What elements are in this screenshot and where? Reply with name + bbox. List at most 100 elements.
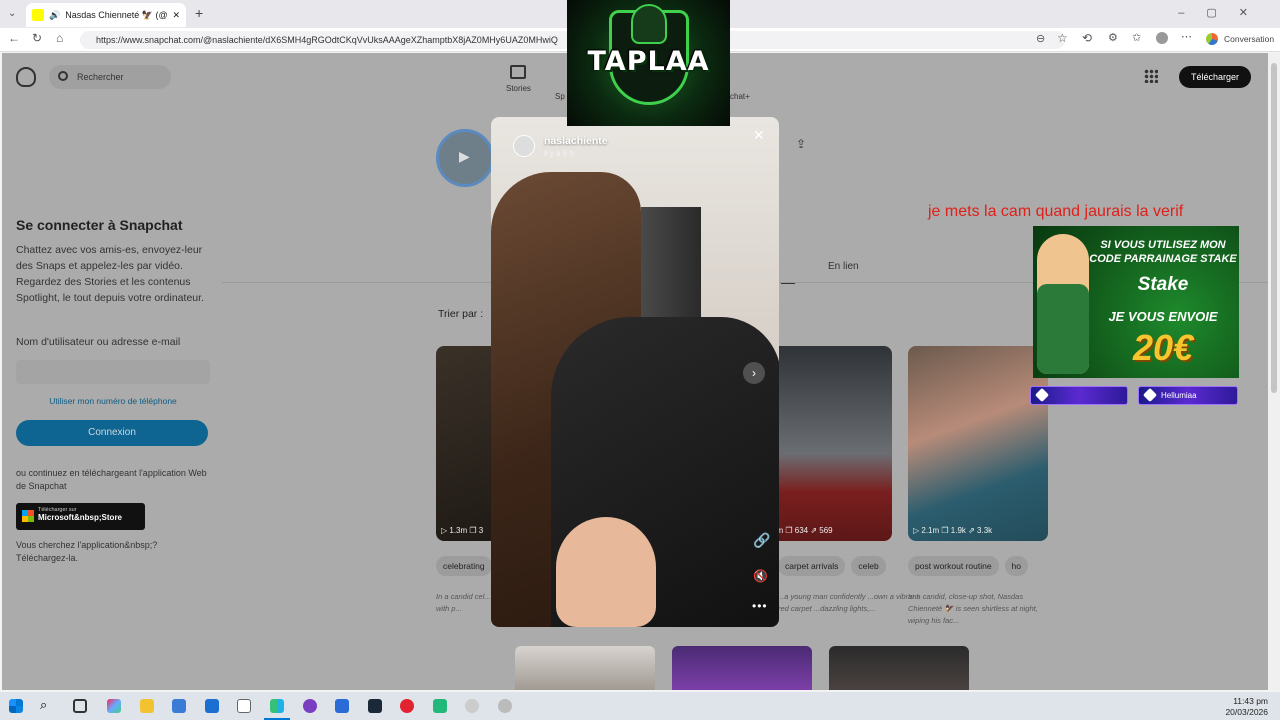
notepad-icon[interactable]: [237, 699, 251, 713]
store-icon[interactable]: [172, 699, 186, 713]
search-icon[interactable]: ⌕: [40, 697, 47, 713]
mail-icon[interactable]: [205, 699, 219, 713]
story-foreground-hand: [556, 517, 656, 627]
promo-line-2: JE VOUS ENVOIE: [1108, 309, 1218, 324]
search-placeholder: Rechercher: [77, 72, 124, 82]
share-icon[interactable]: ⇪: [796, 137, 806, 151]
read-aloud-icon[interactable]: ⊖: [1036, 32, 1045, 45]
copilot-icon[interactable]: [1206, 33, 1218, 45]
story-avatar[interactable]: [513, 135, 535, 157]
tag-chip[interactable]: post workout routine: [908, 556, 999, 576]
story-username[interactable]: naslachiente: [544, 135, 608, 147]
mute-icon[interactable]: 🔇: [753, 569, 768, 583]
windows-taskbar: ⌕ 11:43 pm 20/03/2026: [0, 692, 1280, 720]
alert-bar-2-text: Hellumiaa: [1161, 391, 1197, 400]
spotlight-thumb-6[interactable]: [829, 646, 969, 690]
more-menu-icon[interactable]: ⋯: [1181, 30, 1192, 43]
chevron-right-icon[interactable]: ›: [743, 362, 765, 384]
steam-icon[interactable]: [368, 699, 382, 713]
start-icon[interactable]: [9, 699, 23, 713]
window-controls[interactable]: –▢✕: [1178, 6, 1270, 19]
clock-time: 11:43 pm: [1233, 696, 1268, 706]
browser-tab[interactable]: 🔊 Nasdas Chienneté 🦅 (@nasl ✕: [26, 3, 186, 27]
copilot-icon[interactable]: [107, 699, 121, 713]
scrollbar-thumb[interactable]: [1271, 63, 1277, 393]
download-button[interactable]: Télécharger: [1179, 66, 1251, 88]
sort-label: Trier par :: [438, 308, 484, 320]
spotlight-thumb-4[interactable]: [515, 646, 655, 690]
spotlight-card-3[interactable]: ▷ 2.1m ❐ 1.9k ⇗ 3.3k: [908, 346, 1048, 541]
speaker-icon[interactable]: 🔊: [49, 10, 60, 21]
login-button[interactable]: Connexion: [16, 420, 208, 446]
card-2-description: ...a young man confidently ...own a vibr…: [778, 592, 919, 613]
more-options-icon[interactable]: •••: [752, 599, 768, 613]
close-tab-icon[interactable]: ✕: [172, 10, 180, 21]
snapchat-favicon-icon: [32, 9, 44, 21]
back-icon[interactable]: ←: [8, 31, 20, 45]
promo-line-1: SI VOUS UTILISEZ MON CODE PARRAINAGE STA…: [1089, 239, 1237, 265]
card-1-tags: celebrating: [436, 556, 492, 576]
snapchat-ghost-icon[interactable]: [16, 67, 36, 87]
tab-list-icon[interactable]: ⌄: [8, 8, 16, 19]
link-icon[interactable]: 🔗: [753, 532, 770, 549]
use-phone-link[interactable]: Utiliser mon numéro de téléphone: [16, 396, 210, 406]
card-stats: ▷ 1.3m ❐ 3: [441, 526, 484, 535]
login-description: Chattez avec vos amis-es, envoyez-leur d…: [16, 244, 204, 304]
nav-spotlight[interactable]: Sp: [555, 92, 565, 101]
nav-snapchat-plus[interactable]: chat+: [730, 92, 750, 101]
app-icon-purple[interactable]: [303, 699, 317, 713]
cartoon-character-icon: [1037, 234, 1089, 374]
file-explorer-icon[interactable]: [140, 699, 154, 713]
home-icon[interactable]: ⌂: [56, 31, 63, 45]
stories-icon: [510, 65, 527, 79]
tag-chip[interactable]: celeb: [851, 556, 886, 576]
extensions-icon[interactable]: ⚙: [1108, 31, 1118, 44]
app-icon-green[interactable]: [433, 699, 447, 713]
story-timestamp: il y a 6 h: [544, 149, 574, 158]
looking-for-app: Vous cherchez l'application&nbsp;? Téléc…: [16, 539, 157, 565]
nav-stories-label: Stories: [506, 84, 531, 93]
story-viewer[interactable]: naslachiente il y a 6 h ✕ › 🔗 🔇 •••: [491, 117, 779, 627]
streamer-logo: TAPLAA: [567, 0, 730, 126]
opera-icon[interactable]: [400, 699, 414, 713]
tag-chip[interactable]: carpet arrivals: [778, 556, 846, 576]
stake-promo-banner: SI VOUS UTILISEZ MON CODE PARRAINAGE STA…: [1033, 226, 1239, 378]
tab-related[interactable]: En lien: [828, 261, 859, 272]
favorites-icon[interactable]: ✩: [1132, 31, 1141, 44]
logo-text: TAPLAA: [587, 46, 710, 77]
profile-avatar[interactable]: [1156, 32, 1168, 44]
card-2-tags: carpet arrivals celeb: [778, 556, 886, 576]
download-it-link[interactable]: Téléchargez-la.: [16, 553, 78, 563]
refresh-icon[interactable]: ↻: [32, 31, 42, 45]
new-tab-button[interactable]: +: [195, 5, 203, 21]
nav-stories[interactable]: Stories: [506, 65, 531, 93]
card-3-description: In a candid, close-up shot, Nasdas Chien…: [908, 592, 1038, 625]
stream-caption: je mets la cam quand jaurais la verif: [928, 203, 1184, 220]
nav-spotlight-label: Sp: [555, 92, 565, 101]
clock-date: 20/03/2026: [1225, 707, 1268, 717]
task-view-icon[interactable]: [73, 699, 87, 713]
tag-chip[interactable]: celebrating: [436, 556, 492, 576]
refresh-tab-icon[interactable]: ⟲: [1082, 31, 1092, 45]
microsoft-logo-icon: [22, 510, 34, 522]
edge-icon[interactable]: [270, 699, 284, 713]
apps-grid-icon[interactable]: [1144, 69, 1158, 83]
app-icon-gray[interactable]: [465, 699, 479, 713]
spotlight-thumb-5[interactable]: [672, 646, 812, 690]
close-icon[interactable]: ✕: [753, 127, 765, 144]
search-icon: [58, 71, 68, 81]
app-icon-gray-2[interactable]: [498, 699, 512, 713]
play-icon: ▶: [459, 148, 470, 164]
tag-chip[interactable]: ho: [1004, 556, 1029, 576]
conversation-label[interactable]: Conversation: [1224, 34, 1274, 44]
app-icon-blue[interactable]: [335, 699, 349, 713]
login-title: Se connecter à Snapchat: [16, 217, 183, 233]
favorite-star-icon[interactable]: ☆: [1057, 31, 1068, 45]
alert-bar-2: Hellumiaa: [1138, 386, 1238, 405]
search-input[interactable]: Rechercher: [49, 65, 171, 89]
system-clock[interactable]: 11:43 pm 20/03/2026: [1225, 696, 1268, 718]
username-field[interactable]: [16, 360, 210, 384]
username-label: Nom d'utilisateur ou adresse e-mail: [16, 336, 181, 348]
microsoft-store-button[interactable]: Télécharger sur Microsoft&nbsp;Store: [16, 503, 145, 530]
page-scrollbar[interactable]: [1268, 53, 1280, 690]
